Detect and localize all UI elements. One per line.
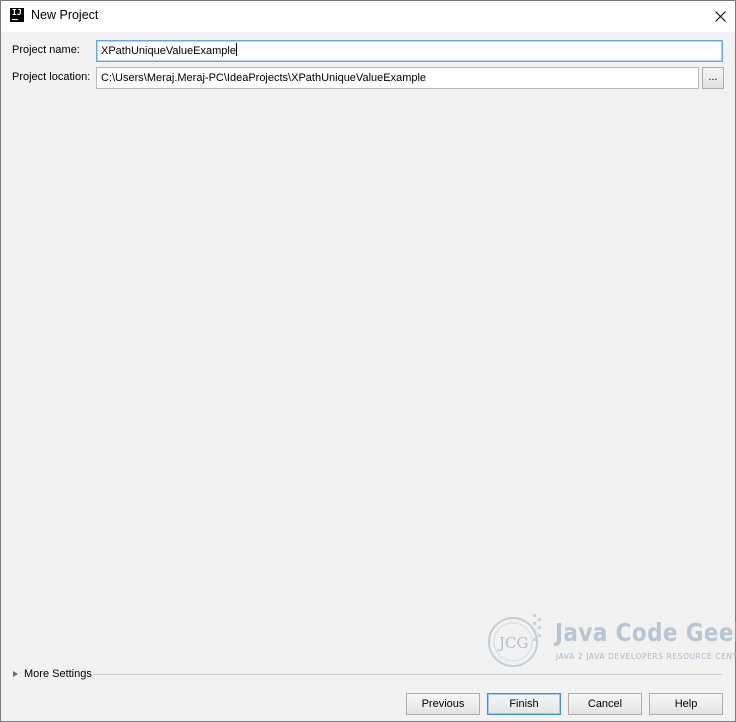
project-name-label: Project name: <box>12 44 80 56</box>
previous-button[interactable]: Previous <box>406 693 480 715</box>
intellij-idea-icon: IJ <box>10 8 24 22</box>
jcg-logo-letters: JCG <box>497 634 528 652</box>
close-button[interactable] <box>705 1 735 32</box>
finish-button[interactable]: Finish <box>487 693 561 715</box>
text-caret <box>235 43 237 56</box>
close-icon <box>714 11 726 22</box>
project-location-label: Project location: <box>12 71 91 83</box>
watermark-subtitle: JAVA 2 JAVA DEVELOPERS RESOURCE CENTER <box>556 652 736 661</box>
title-bar: IJ New Project <box>1 1 735 32</box>
watermark-title: Java Code Geeks <box>555 618 736 647</box>
expand-triangle-icon <box>13 671 18 677</box>
browse-location-button[interactable]: ... <box>702 67 724 89</box>
window-title: New Project <box>31 8 99 22</box>
more-settings-separator <box>93 674 723 675</box>
project-name-input[interactable]: XPathUniqueValueExample <box>96 40 723 62</box>
cancel-button[interactable]: Cancel <box>568 693 642 715</box>
more-settings-label: More Settings <box>24 668 92 680</box>
java-code-geeks-watermark: JCG Java Code Geeks JAVA 2 JAVA DEVELOPE… <box>483 608 736 672</box>
project-name-value: XPathUniqueValueExample <box>101 45 236 57</box>
jcg-logo-icon: JCG <box>488 614 541 667</box>
project-location-input[interactable]: C:\Users\Meraj.Meraj-PC\IdeaProjects\XPa… <box>96 67 699 89</box>
project-location-value: C:\Users\Meraj.Meraj-PC\IdeaProjects\XPa… <box>101 72 427 84</box>
more-settings-toggle[interactable]: More Settings <box>13 668 92 680</box>
help-button[interactable]: Help <box>649 693 723 715</box>
new-project-dialog: IJ New Project Project name: XPathUnique… <box>0 0 736 722</box>
